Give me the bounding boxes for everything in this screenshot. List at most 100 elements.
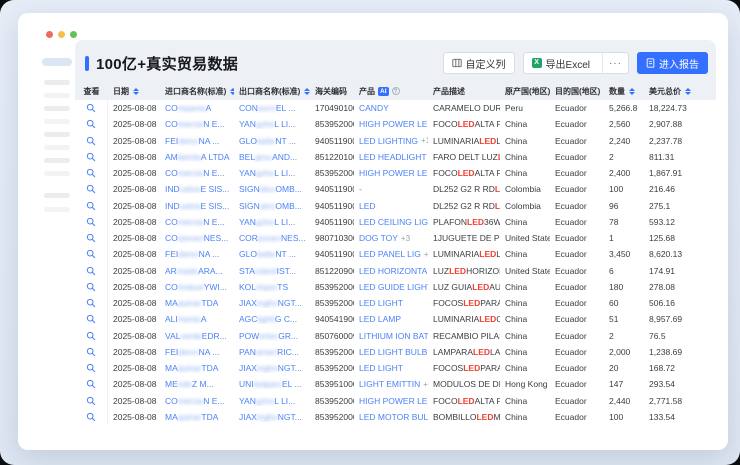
importer-cell[interactable]: COmpania A: [160, 103, 234, 113]
view-button[interactable]: [75, 214, 108, 230]
importer-cell[interactable]: COmercia N E...: [160, 396, 234, 406]
product-cell[interactable]: LED PANEL LIG+1: [354, 249, 428, 259]
exporter-cell[interactable]: JIAXingho NGT...: [234, 298, 310, 308]
view-button[interactable]: [75, 360, 108, 376]
exporter-cell[interactable]: CONsorci EL ...: [234, 103, 310, 113]
product-cell[interactable]: LED LIGHTING+1: [354, 136, 428, 146]
exporter-cell[interactable]: KOLimpor TS: [234, 282, 310, 292]
view-button[interactable]: [75, 116, 108, 132]
view-button[interactable]: [75, 263, 108, 279]
export-more-button[interactable]: ···: [602, 53, 628, 73]
importer-cell[interactable]: ARmado ARA...: [160, 266, 234, 276]
importer-cell[interactable]: COrporaci NES...: [160, 233, 234, 243]
exporter-cell[interactable]: YANgzho L LI...: [234, 217, 310, 227]
importer-cell[interactable]: FEIdenci NA ...: [160, 347, 234, 357]
destination-cell: Ecuador: [550, 298, 604, 308]
product-cell[interactable]: HIGH POWER LED F: [354, 119, 428, 129]
product-cell[interactable]: LITHIUM ION BATTE: [354, 331, 428, 341]
view-button[interactable]: [75, 393, 108, 409]
exporter-cell[interactable]: YANgzho L LI...: [234, 119, 310, 129]
column-header-exporter[interactable]: 出口商名称(标准): [234, 86, 310, 97]
exporter-cell[interactable]: SIGNalco OMB...: [234, 201, 310, 211]
product-cell[interactable]: LED LIGHT BULB: [354, 347, 428, 357]
column-header-importer[interactable]: 进口商名称(标准): [160, 86, 234, 97]
importer-cell[interactable]: MAquinar TDA: [160, 298, 234, 308]
customize-columns-button[interactable]: 自定义列: [443, 52, 515, 74]
importer-cell[interactable]: MAquinar TDA: [160, 412, 234, 422]
destination-cell: Ecuador: [550, 331, 604, 341]
column-header-quantity[interactable]: 数量: [604, 86, 644, 97]
importer-cell[interactable]: ALIments A: [160, 314, 234, 324]
product-cell[interactable]: LED: [354, 201, 428, 211]
exporter-cell[interactable]: JIAXingho NGT...: [234, 412, 310, 422]
exporter-cell[interactable]: STAndard IST...: [234, 266, 310, 276]
column-header-date[interactable]: 日期: [108, 86, 160, 97]
enter-report-button[interactable]: 进入报告: [637, 52, 708, 74]
product-cell[interactable]: LED CEILING LIGHT: [354, 217, 428, 227]
product-cell[interactable]: CANDY: [354, 103, 428, 113]
sidebar-item-placeholder: [44, 132, 70, 137]
view-button[interactable]: [75, 181, 108, 197]
exporter-cell[interactable]: SIGNalco OMB...: [234, 184, 310, 194]
minimize-button[interactable]: [58, 31, 65, 38]
importer-cell[interactable]: COmskyw YWI...: [160, 282, 234, 292]
view-button[interactable]: [75, 100, 108, 116]
product-cell[interactable]: -: [354, 184, 428, 194]
importer-cell[interactable]: FEIdenci NA ...: [160, 136, 234, 146]
view-button[interactable]: [75, 246, 108, 262]
product-cell[interactable]: LED MOTOR BULB: [354, 412, 428, 422]
product-cell[interactable]: LIGHT EMITTIN+1: [354, 379, 428, 389]
zoom-button[interactable]: [70, 31, 77, 38]
importer-cell[interactable]: AMbienta A LTDA: [160, 152, 234, 162]
view-button[interactable]: [75, 328, 108, 344]
info-circle-icon[interactable]: ?: [392, 87, 400, 95]
importer-cell[interactable]: VALverde EDR...: [160, 331, 234, 341]
exporter-cell[interactable]: YANgzho L LI...: [234, 168, 310, 178]
exporter-cell[interactable]: CORporaci NES...: [234, 233, 310, 243]
view-button[interactable]: [75, 295, 108, 311]
product-cell[interactable]: LED LAMP: [354, 314, 428, 324]
importer-cell[interactable]: COmercia N E...: [160, 119, 234, 129]
importer-cell[interactable]: MAquinar TDA: [160, 363, 234, 373]
exporter-cell[interactable]: PANameri RIC...: [234, 347, 310, 357]
view-button[interactable]: [75, 344, 108, 360]
product-cell[interactable]: HIGH POWER LED F: [354, 396, 428, 406]
importer-cell[interactable]: INDustria E SIS...: [160, 201, 234, 211]
view-button[interactable]: [75, 133, 108, 149]
exporter-cell[interactable]: BELgrou AND...: [234, 152, 310, 162]
view-button[interactable]: [75, 279, 108, 295]
product-cell[interactable]: HIGH POWER LED F: [354, 168, 428, 178]
exporter-cell[interactable]: POWertec GR...: [234, 331, 310, 341]
magnifier-icon: [86, 217, 96, 227]
importer-cell[interactable]: COmercia N E...: [160, 168, 234, 178]
exporter-cell[interactable]: JIAXingho NGT...: [234, 363, 310, 373]
product-cell[interactable]: DOG TOY+3: [354, 233, 428, 243]
exporter-cell[interactable]: AGClighti G C...: [234, 314, 310, 324]
importer-cell[interactable]: INDustria E SIS...: [160, 184, 234, 194]
product-cell[interactable]: LED GUIDE LIGHT T: [354, 282, 428, 292]
exporter-cell[interactable]: YANgzho L LI...: [234, 396, 310, 406]
export-excel-button[interactable]: X 导出Excel: [524, 53, 598, 73]
exporter-cell[interactable]: GLObalte NT ...: [234, 249, 310, 259]
product-cell[interactable]: LED HEADLIGHT: [354, 152, 428, 162]
product-cell[interactable]: LED LIGHT: [354, 363, 428, 373]
description-cell: DL252 G2 R RD LED: [428, 201, 500, 211]
view-button[interactable]: [75, 198, 108, 214]
view-button[interactable]: [75, 376, 108, 392]
importer-cell[interactable]: COmercia N E...: [160, 217, 234, 227]
exporter-cell[interactable]: GLObalte NT ...: [234, 136, 310, 146]
view-button[interactable]: [75, 149, 108, 165]
sort-icon[interactable]: [133, 88, 139, 95]
importer-cell[interactable]: FEIdenci NA ...: [160, 249, 234, 259]
product-cell[interactable]: LED LIGHT: [354, 298, 428, 308]
view-button[interactable]: [75, 165, 108, 181]
view-button[interactable]: [75, 409, 108, 425]
importer-cell[interactable]: MEndo Z M...: [160, 379, 234, 389]
exporter-cell[interactable]: UNItedparc EL ...: [234, 379, 310, 389]
column-header-usd-total[interactable]: 美元总价: [644, 86, 716, 97]
sort-icon[interactable]: [629, 88, 635, 95]
sort-icon[interactable]: [685, 88, 691, 95]
view-button[interactable]: [75, 230, 108, 246]
product-cell[interactable]: LED HORIZONTAL L: [354, 266, 428, 276]
view-button[interactable]: [75, 311, 108, 327]
